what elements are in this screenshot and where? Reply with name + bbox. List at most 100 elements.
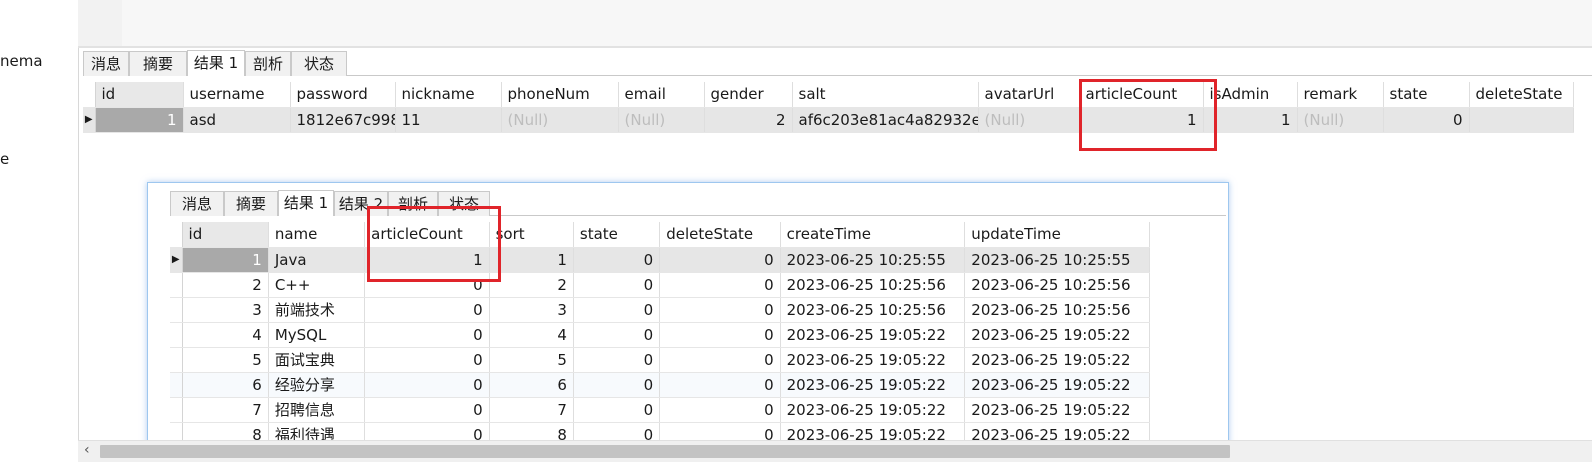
column-header[interactable]: updateTime	[964, 222, 1150, 248]
table-cell[interactable]: (Null)	[1297, 107, 1384, 133]
table-cell[interactable]: 7	[182, 397, 269, 423]
table-row[interactable]: ▶ 1 Java 1 1 0 0 2023-06-25 10:25:55 202…	[170, 247, 1150, 273]
table-row[interactable]: 5 面试宝典 0 5 0 0 2023-06-25 19:05:22 2023-…	[170, 347, 1150, 373]
table-cell[interactable]: 0	[1383, 107, 1470, 133]
table-cell[interactable]: 0	[573, 397, 661, 423]
column-header[interactable]: createTime	[780, 222, 966, 248]
table-cell[interactable]: 前端技术	[268, 297, 366, 323]
tab-result-1[interactable]: 结果 1	[278, 190, 334, 216]
table-cell[interactable]: 2023-06-25 10:25:55	[964, 247, 1150, 273]
column-header[interactable]: nickname	[395, 82, 502, 108]
table-cell[interactable]	[1469, 107, 1574, 133]
table-cell[interactable]: 2023-06-25 19:05:22	[964, 322, 1150, 348]
table-cell[interactable]: 4	[489, 322, 574, 348]
table-cell[interactable]: 0	[364, 297, 490, 323]
table-cell[interactable]: 3	[182, 297, 269, 323]
table-cell[interactable]: 0	[659, 247, 781, 273]
table-cell[interactable]: 面试宝典	[268, 347, 366, 373]
table-cell[interactable]: 2023-06-25 10:25:56	[964, 272, 1150, 298]
table-cell[interactable]: 2023-06-25 19:05:22	[780, 372, 966, 398]
horizontal-scrollbar[interactable]: ‹	[78, 440, 1592, 462]
column-header[interactable]: state	[573, 222, 661, 248]
tab-profile[interactable]: 剖析	[388, 191, 438, 216]
table-cell[interactable]: 2	[182, 272, 269, 298]
column-header[interactable]: deleteState	[659, 222, 781, 248]
table-cell[interactable]: 6	[182, 372, 269, 398]
table-cell[interactable]: (Null)	[978, 107, 1080, 133]
table-cell[interactable]: 1	[1203, 107, 1298, 133]
table-cell[interactable]: 1	[364, 247, 490, 273]
table-cell[interactable]: 0	[364, 397, 490, 423]
table-cell[interactable]: MySQL	[268, 322, 366, 348]
table-row[interactable]: 2 C++ 0 2 0 0 2023-06-25 10:25:56 2023-0…	[170, 272, 1150, 298]
table-cell[interactable]: 11	[395, 107, 502, 133]
column-header[interactable]: username	[183, 82, 291, 108]
table-cell[interactable]: 2023-06-25 19:05:22	[780, 322, 966, 348]
table-cell[interactable]: C++	[268, 272, 366, 298]
table-cell[interactable]: 经验分享	[268, 372, 366, 398]
tab-result-2[interactable]: 结果 2	[334, 191, 388, 216]
table-cell[interactable]: 0	[364, 272, 490, 298]
table-cell[interactable]: 招聘信息	[268, 397, 366, 423]
column-header[interactable]: deleteState	[1469, 82, 1574, 108]
table-cell[interactable]: 1812e67c998	[290, 107, 396, 133]
table-cell[interactable]: 1	[182, 247, 269, 273]
table-cell[interactable]: 0	[659, 297, 781, 323]
tab-summary[interactable]: 摘要	[129, 51, 187, 76]
table-cell[interactable]: 5	[489, 347, 574, 373]
table-cell[interactable]: 1	[95, 107, 184, 133]
table-cell[interactable]: 0	[573, 347, 661, 373]
table-cell[interactable]: 2023-06-25 10:25:56	[964, 297, 1150, 323]
table-cell[interactable]: 0	[364, 372, 490, 398]
table-cell[interactable]: 0	[659, 322, 781, 348]
table-cell[interactable]: 0	[659, 397, 781, 423]
table-row[interactable]: 6 经验分享 0 6 0 0 2023-06-25 19:05:22 2023-…	[170, 372, 1150, 398]
table-cell[interactable]: 2023-06-25 19:05:22	[780, 347, 966, 373]
table-row[interactable]: ▶ 1 asd 1812e67c998 11 (Null) (Null) 2 a…	[83, 107, 1574, 133]
chevron-left-icon[interactable]: ‹	[84, 442, 90, 458]
tab-messages[interactable]: 消息	[170, 191, 224, 216]
sidebar-item-schema[interactable]: nema	[0, 52, 43, 70]
table-cell[interactable]: Java	[268, 247, 366, 273]
column-header[interactable]: id	[182, 222, 269, 248]
table-cell[interactable]: 0	[573, 272, 661, 298]
table-cell[interactable]: 2023-06-25 10:25:56	[780, 272, 966, 298]
table-cell[interactable]: 5	[182, 347, 269, 373]
table-row[interactable]: 7 招聘信息 0 7 0 0 2023-06-25 19:05:22 2023-…	[170, 397, 1150, 423]
sidebar-item-table[interactable]: e	[0, 150, 9, 168]
table-cell[interactable]: 2023-06-25 10:25:56	[780, 297, 966, 323]
column-header[interactable]: password	[290, 82, 396, 108]
table-cell[interactable]: (Null)	[501, 107, 619, 133]
query-editor-area[interactable]	[78, 0, 1592, 46]
column-header[interactable]: sort	[489, 222, 574, 248]
column-header[interactable]: email	[618, 82, 705, 108]
table-cell[interactable]: 2023-06-25 19:05:22	[964, 347, 1150, 373]
column-header[interactable]: remark	[1297, 82, 1384, 108]
column-header[interactable]: salt	[792, 82, 979, 108]
table-cell[interactable]: 2023-06-25 10:25:55	[780, 247, 966, 273]
column-header[interactable]: articleCount	[364, 222, 490, 248]
table-cell[interactable]: 0	[659, 272, 781, 298]
column-header[interactable]: isAdmin	[1203, 82, 1298, 108]
column-header[interactable]: phoneNum	[501, 82, 619, 108]
table-cell[interactable]: 0	[364, 322, 490, 348]
table-row[interactable]: 4 MySQL 0 4 0 0 2023-06-25 19:05:22 2023…	[170, 322, 1150, 348]
table-cell[interactable]: 0	[573, 322, 661, 348]
tab-profile[interactable]: 剖析	[245, 51, 291, 76]
tab-summary[interactable]: 摘要	[224, 191, 278, 216]
column-header[interactable]: id	[95, 82, 184, 108]
table-cell[interactable]: 2023-06-25 19:05:22	[780, 397, 966, 423]
table-cell[interactable]: 4	[182, 322, 269, 348]
tab-messages[interactable]: 消息	[83, 51, 129, 76]
column-header[interactable]: gender	[704, 82, 793, 108]
table-cell[interactable]: af6c203e81ac4a82932e8	[792, 107, 979, 133]
table-cell[interactable]: 7	[489, 397, 574, 423]
scrollbar-thumb[interactable]	[100, 445, 1230, 458]
tab-status[interactable]: 状态	[438, 191, 490, 216]
table-cell[interactable]: 1	[1079, 107, 1204, 133]
column-header[interactable]: state	[1383, 82, 1470, 108]
table-cell[interactable]: 0	[659, 372, 781, 398]
table-cell[interactable]: 0	[573, 297, 661, 323]
table-cell[interactable]: 2	[704, 107, 793, 133]
table-cell[interactable]: asd	[183, 107, 291, 133]
